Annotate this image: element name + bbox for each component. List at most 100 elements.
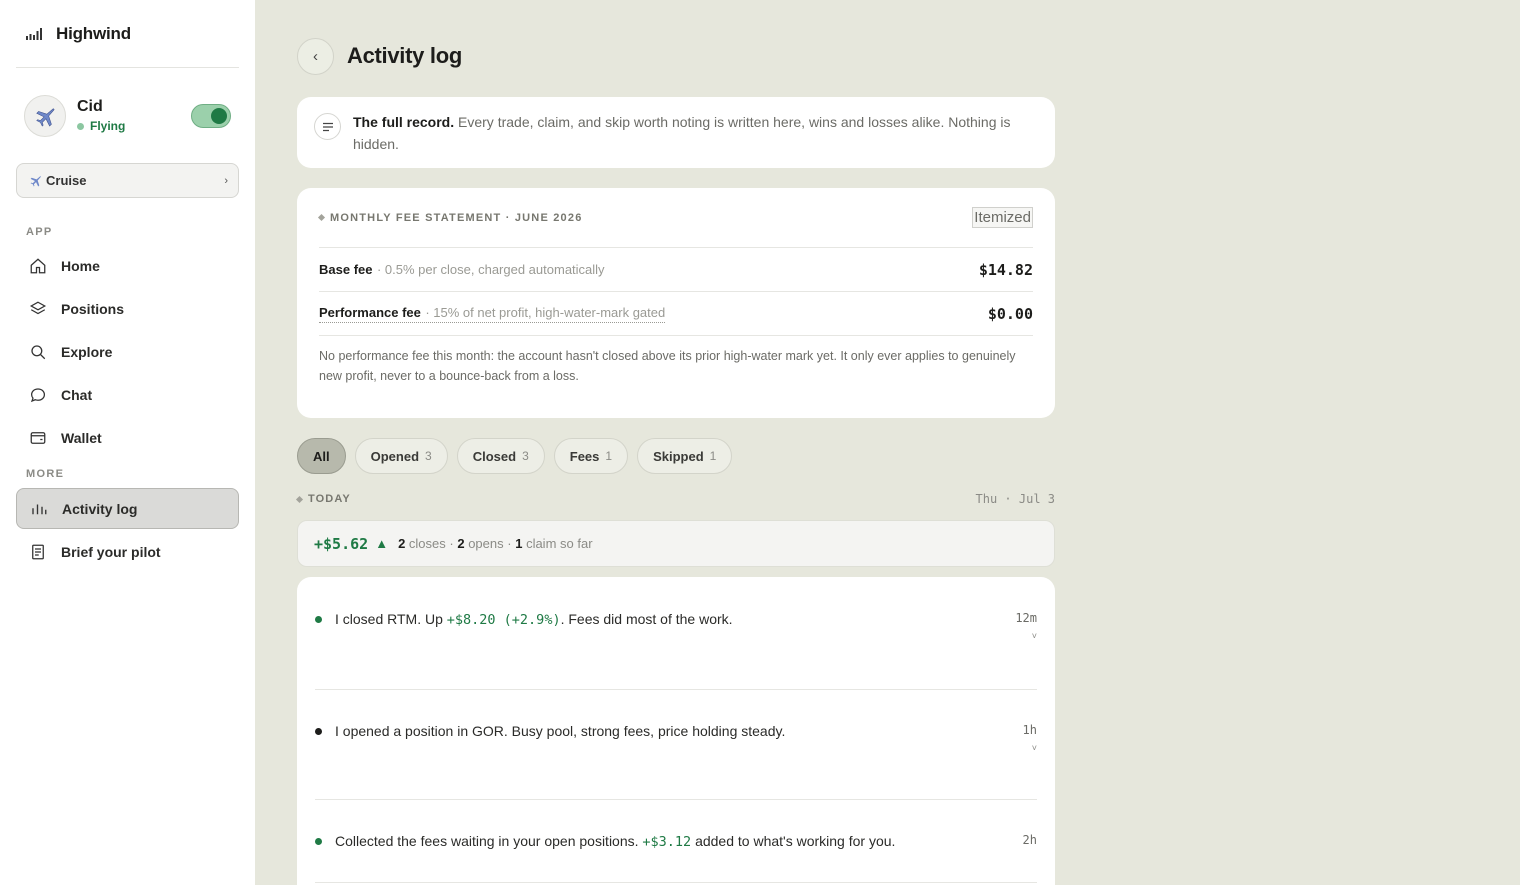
fee-statement: MONTHLY FEE STATEMENT · JUNE 2026 Itemiz… [297,188,1055,418]
filter-chip-all[interactable]: All [297,438,346,474]
chip-label: Opened [370,448,420,464]
event-text: I closed RTM. Up +$8.20 (+2.9%). Fees di… [335,611,1015,689]
fee-label: Base fee · 0.5% per close, charged autom… [319,261,605,279]
pilot-status: Flying [77,119,191,133]
pilot-name: Cid [77,98,103,115]
list-item[interactable]: I closed RTM. Up +$8.20 (+2.9%). Fees di… [315,577,1037,690]
day-label: TODAY [295,493,351,505]
summary-value: +$5.62 [314,534,369,553]
diamond-icon [295,495,304,503]
event-text-post: added to what's working for you. [695,833,896,849]
itemized-button[interactable]: Itemized [972,207,1033,228]
nav-label: Wallet [61,429,102,446]
opens-count: 2 [457,536,465,551]
chip-label: All [313,448,330,464]
filter-chip-skipped[interactable]: Skipped 1 [637,438,733,474]
chip-count: 1 [605,449,613,463]
fee-row-base: Base fee · 0.5% per close, charged autom… [319,248,1033,292]
chip-count: 3 [425,449,432,463]
fee-desc: · 0.5% per close, charged automatically [376,261,605,277]
note-bold: The full record. [353,114,455,130]
text-lines-icon [314,113,341,140]
chip-label: Closed [472,448,517,464]
filter-chips: All Opened 3 Closed 3 Fees 1 Skipped 1 [297,438,733,474]
event-value: +$8.20 (+2.9%) [446,612,561,628]
list-item[interactable]: I opened a position in GOR. Busy pool, s… [315,690,1037,800]
event-dot [315,616,322,623]
home-icon [30,257,46,273]
airplane-icon [36,107,55,127]
diamond-icon [317,213,326,222]
list-item[interactable]: Collected the fees waiting in your open … [315,800,1037,883]
fee-amount: $14.82 [978,260,1033,279]
main-content: ‹ Activity log The full record. Every tr… [295,0,1055,885]
day-header: TODAY Thu · Jul 3 [295,492,1055,506]
mode-label: Cruise [46,173,87,188]
chevron-down-icon[interactable]: ˅ [1032,631,1037,641]
nav-label: Explore [61,343,113,360]
back-button[interactable]: ‹ [297,37,334,75]
brand-name: Highwind [56,23,131,43]
statement-title-text: MONTHLY FEE STATEMENT · JUNE 2026 [330,211,583,224]
fee-name: Performance fee [319,305,421,320]
fee-amount: $0.00 [987,304,1033,323]
event-time: 1h [1022,723,1037,737]
summary-detail: 2 closes · 2 opens · 1 claim so far [398,536,592,551]
nav-label: Brief your pilot [61,543,161,560]
closes-count: 2 [398,536,406,551]
chevron-right-icon: › [224,174,228,187]
brand[interactable]: Highwind [16,0,239,68]
layers-icon [29,301,47,314]
info-note: The full record. Every trade, claim, and… [297,97,1055,168]
nav-label: Home [61,257,100,274]
chip-count: 3 [522,449,529,463]
pilot-status-label: Flying [90,119,126,133]
flying-toggle[interactable] [191,103,231,128]
filter-chip-opened[interactable]: Opened 3 [354,438,448,474]
mode-selector[interactable]: Cruise › [16,163,239,198]
event-time: 2h [1022,833,1037,847]
sidebar: Highwind Cid Flying Cruise › APP Home Po… [0,0,255,885]
event-dot [315,838,322,845]
page-title: Activity log [347,43,462,68]
event-text-post: . Fees did most of the work. [560,611,733,627]
fee-row-performance: Performance fee · 15% of net profit, hig… [319,292,1033,336]
document-icon [32,544,44,559]
signal-bars-icon [26,27,42,40]
arrow-up-icon: ▲ [375,536,389,551]
nav-item-explore[interactable]: Explore [16,331,239,372]
chevron-down-icon[interactable]: ˅ [1032,743,1037,753]
nav-label: Activity log [62,500,138,517]
bars-icon [32,504,47,514]
avatar[interactable] [24,94,66,137]
chip-label: Skipped [653,448,704,464]
search-icon [31,344,46,359]
event-time: 12m [1015,611,1037,625]
nav-item-brief-your-pilot[interactable]: Brief your pilot [16,531,239,572]
day-label-text: TODAY [308,493,351,505]
activity-feed: I closed RTM. Up +$8.20 (+2.9%). Fees di… [297,577,1055,885]
nav-item-wallet[interactable]: Wallet [16,417,239,458]
statement-title: MONTHLY FEE STATEMENT · JUNE 2026 [317,211,583,224]
section-label-app: APP [26,226,53,238]
day-date: Thu · Jul 3 [975,492,1055,506]
nav-label: Positions [61,300,125,317]
pilot-card: Cid Flying [16,68,239,163]
nav-item-activity-log[interactable]: Activity log [16,488,239,529]
nav-item-chat[interactable]: Chat [16,374,239,415]
chip-label: Fees [569,448,600,464]
filter-chip-fees[interactable]: Fees 1 [553,438,629,474]
chip-count: 1 [709,449,717,463]
fee-desc: · 15% of net profit, high-water-mark gat… [425,305,666,320]
event-text: I opened a position in GOR. Busy pool, s… [335,723,786,739]
chat-icon [30,387,46,402]
event-text-pre: Collected the fees waiting in your open … [335,833,639,849]
claims-label: claim so far [526,536,593,551]
filter-chip-closed[interactable]: Closed 3 [456,438,545,474]
status-dot [77,122,84,130]
opens-label: opens · [468,536,512,551]
event-value: +$3.12 [642,834,692,850]
fee-label[interactable]: Performance fee · 15% of net profit, hig… [319,304,666,323]
nav-item-positions[interactable]: Positions [16,288,239,329]
nav-item-home[interactable]: Home [16,245,239,286]
